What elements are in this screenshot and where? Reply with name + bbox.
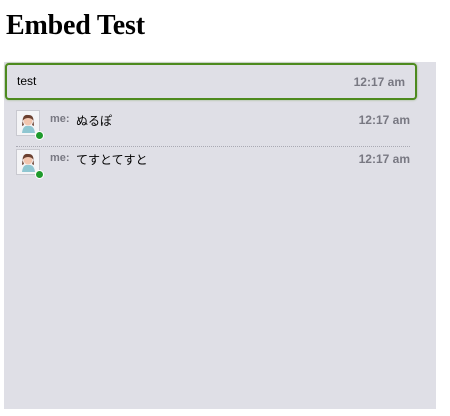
message-input[interactable]: test 12:17 am [5,63,417,100]
message-text: てすとてすと [76,153,148,167]
online-status-icon [35,170,44,179]
message-text: ぬるぽ [76,114,113,128]
message-time: 12:17 am [358,152,410,166]
message-input-text[interactable]: test [17,74,36,88]
online-status-icon [35,131,44,140]
page-title: Embed Test [6,10,145,41]
message-sender: me: [50,113,70,125]
chat-message: me: ぬるぽ 12:17 am [16,108,410,147]
chat-panel: test 12:17 am me: ぬるぽ 12:17 am me: てすとてす… [4,62,436,409]
chat-message: me: てすとてすと 12:17 am [16,147,410,185]
message-input-time: 12:17 am [353,75,405,89]
message-sender: me: [50,152,70,164]
message-time: 12:17 am [358,113,410,127]
